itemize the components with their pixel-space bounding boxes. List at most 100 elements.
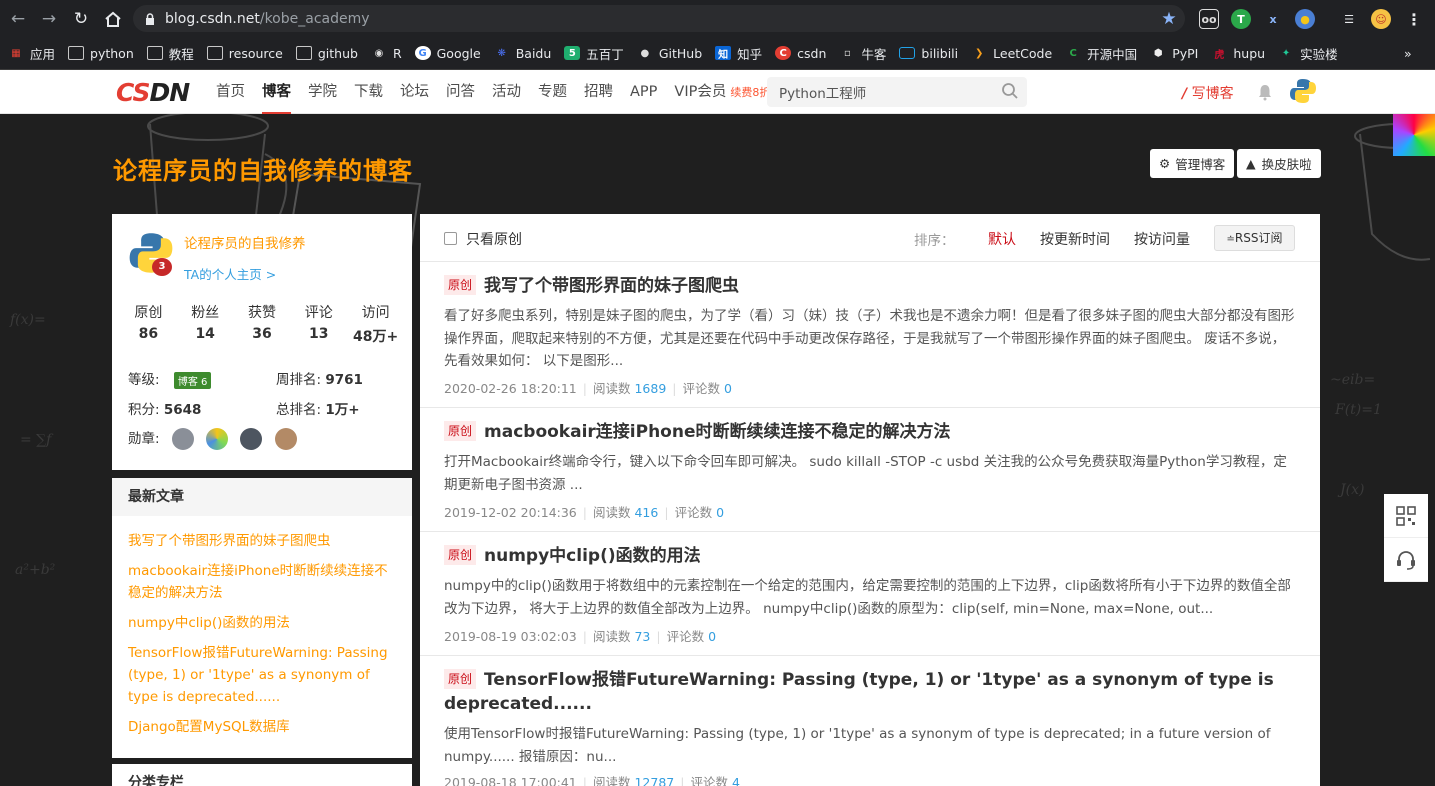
reload-icon[interactable]: ↻	[68, 6, 94, 32]
media-control-icon[interactable]: ☰	[1339, 9, 1359, 29]
svg-text:J(x): J(x)	[1337, 482, 1364, 498]
github-medal-icon[interactable]	[171, 428, 194, 450]
profile-avatar[interactable]: 3	[128, 230, 174, 276]
manage-blog-button[interactable]: ⚙ 管理博客	[1150, 149, 1235, 178]
stat-likes[interactable]: 获赞 36	[234, 302, 290, 346]
nav-vip[interactable]: VIP会员 续费8折	[674, 70, 770, 114]
bookmark-python[interactable]: python	[68, 46, 134, 61]
profile-name[interactable]: 论程序员的自我修养	[184, 232, 306, 252]
latest-article-link[interactable]: 我写了个带图形界面的妹子图爬虫	[128, 530, 396, 552]
extension-t-icon[interactable]: T	[1231, 9, 1251, 29]
hexagon-medal-icon[interactable]	[240, 428, 263, 450]
bookmarks-bar: ▦ 应用 python 教程 resource github ◉ R G Google…	[0, 37, 1435, 70]
sort-default[interactable]: 默认	[988, 229, 1016, 249]
profile-home-link[interactable]: TA的个人主页 >	[184, 264, 276, 283]
sort-by-views[interactable]: 按访问量	[1134, 229, 1190, 249]
nav-app[interactable]: APP	[630, 70, 657, 114]
qrcode-button[interactable]	[1384, 494, 1428, 538]
bookmark-r[interactable]: ◉ R	[371, 46, 402, 61]
level-badge[interactable]: 博客 6	[173, 371, 212, 389]
article-title[interactable]: 原创 TensorFlow报错FutureWarning: Passing (ty…	[444, 668, 1304, 716]
profile-avatar-icon[interactable]: ☺	[1371, 9, 1391, 29]
nav-jobs[interactable]: 招聘	[584, 70, 613, 114]
stat-comments[interactable]: 评论 13	[291, 302, 347, 346]
sort-by-update[interactable]: 按更新时间	[1040, 229, 1110, 249]
shirt-icon: ▲	[1246, 156, 1256, 171]
category-heading: 分类专栏	[112, 764, 412, 786]
blog-title[interactable]: 论程序员的自我修养的博客	[113, 151, 413, 186]
nav-topics[interactable]: 专题	[538, 70, 567, 114]
article-title-text: TensorFlow报错FutureWarning: Passing (type…	[444, 670, 1274, 714]
bookmark-pypi[interactable]: ⬢ PyPI	[1150, 46, 1199, 61]
search-icon[interactable]	[1001, 82, 1019, 100]
latest-article-link[interactable]: Django配置MySQL数据库	[128, 716, 396, 738]
csdn-logo[interactable]: CSDN	[116, 78, 190, 107]
article-title[interactable]: 原创 我写了个带图形界面的妹子图爬虫	[444, 274, 1304, 298]
nav-download[interactable]: 下载	[354, 70, 383, 114]
only-original-checkbox[interactable]	[444, 232, 457, 245]
user-avatar-icon[interactable]	[1289, 77, 1317, 105]
nav-academy[interactable]: 学院	[308, 70, 337, 114]
nav-forum[interactable]: 论坛	[400, 70, 429, 114]
menu-kebab-icon[interactable]: ⋮	[1404, 9, 1424, 29]
box-medal-icon[interactable]	[274, 428, 297, 450]
more-bookmarks-chevron-icon[interactable]: »	[1404, 46, 1412, 61]
bookmark-bilibili[interactable]: bilibili	[899, 46, 958, 61]
latest-article-link[interactable]: TensorFlow报错FutureWarning: Passing (type…	[128, 642, 396, 708]
extension-x-icon[interactable]: x	[1263, 9, 1283, 29]
notification-bell-icon[interactable]	[1256, 83, 1274, 101]
extension-glasses-icon[interactable]: oo	[1199, 9, 1219, 29]
folder-icon	[68, 46, 85, 60]
bookmark-shiyanlou[interactable]: ✦ 实验楼	[1278, 44, 1338, 63]
bookmark-star-icon[interactable]: ★	[1159, 9, 1179, 29]
article-title-text: macbookair连接iPhone时断断续续连接不稳定的解决方法	[484, 422, 951, 442]
only-original-label[interactable]: 只看原创	[466, 229, 522, 249]
bookmark-resource[interactable]: resource	[206, 46, 283, 61]
bookmark-leetcode[interactable]: ❯ LeetCode	[971, 46, 1052, 61]
write-blog-button[interactable]: / 写博客	[1182, 83, 1234, 103]
stat-visits[interactable]: 访问 48万+	[348, 302, 404, 346]
nav-events[interactable]: 活动	[492, 70, 521, 114]
latest-article-link[interactable]: macbookair连接iPhone时断断续续连接不稳定的解决方法	[128, 560, 396, 604]
logo-left: CS	[116, 78, 150, 107]
stat-label: 访问	[361, 305, 390, 321]
extension-owl-icon[interactable]: ●	[1295, 9, 1315, 29]
address-bar[interactable]: blog.csdn.net/kobe_academy	[133, 5, 1185, 32]
bookmark-wubaiding[interactable]: 5 五百丁	[564, 44, 624, 63]
change-skin-button[interactable]: ▲ 换皮肤啦	[1237, 149, 1321, 178]
bookmark-nowcoder[interactable]: ▫ 牛客	[839, 44, 886, 63]
bookmark-hupu[interactable]: 虎 hupu	[1211, 46, 1265, 61]
back-icon[interactable]: ←	[5, 6, 31, 32]
bookmark-github[interactable]: ● GitHub	[637, 46, 702, 61]
bookmark-tutorial[interactable]: 教程	[146, 44, 194, 63]
article-title[interactable]: 原创 macbookair连接iPhone时断断续续连接不稳定的解决方法	[444, 420, 1304, 444]
bilibili-tv-icon	[899, 47, 916, 59]
comments-count: 0	[708, 629, 717, 644]
forward-icon[interactable]: →	[36, 6, 62, 32]
github-icon: ●	[640, 47, 650, 59]
bookmark-zhihu[interactable]: 知知乎	[715, 44, 762, 63]
home-icon[interactable]	[100, 6, 126, 32]
rainbow-medal-icon[interactable]	[206, 428, 229, 450]
leetcode-icon: ❯	[974, 47, 984, 59]
latest-article-link[interactable]: numpy中clip()函数的用法	[128, 612, 396, 634]
bookmark-label: Google	[436, 45, 481, 61]
bookmark-apps[interactable]: ▦ 应用	[8, 44, 55, 63]
nav-qa[interactable]: 问答	[446, 70, 475, 114]
bookmark-google[interactable]: G Google	[414, 45, 481, 61]
rss-button[interactable]: ≐RSS订阅	[1214, 225, 1295, 251]
bookmark-github-folder[interactable]: github	[295, 46, 358, 61]
article-item: 原创 TensorFlow报错FutureWarning: Passing (ty…	[420, 656, 1320, 786]
folder-icon	[146, 46, 163, 60]
nav-home[interactable]: 首页	[216, 70, 245, 114]
bookmark-oschina[interactable]: C 开源中国	[1065, 44, 1138, 63]
bookmark-baidu[interactable]: ❋ Baidu	[494, 46, 552, 61]
stat-fans[interactable]: 粉丝 14	[177, 302, 233, 346]
nav-blog[interactable]: 博客	[262, 70, 291, 114]
weekly-rank-value: 9761	[325, 372, 363, 388]
stat-original[interactable]: 原创 86	[120, 302, 176, 346]
search-input[interactable]: Python工程师	[767, 77, 1027, 107]
bookmark-csdn[interactable]: Ccsdn	[775, 46, 826, 61]
customer-service-button[interactable]	[1384, 538, 1428, 582]
article-title[interactable]: 原创 numpy中clip()函数的用法	[444, 544, 1304, 568]
